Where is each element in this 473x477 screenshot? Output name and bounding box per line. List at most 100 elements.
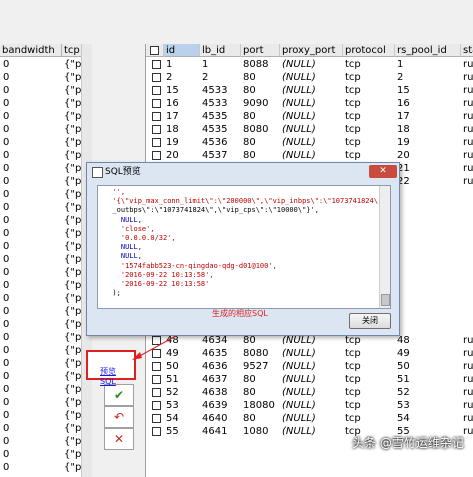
table-cell[interactable]: (NULL) [282, 84, 316, 97]
table-cell[interactable]: 53 [166, 399, 179, 412]
table-cell[interactable]: 80 [243, 412, 256, 425]
table-cell[interactable]: tcp [345, 84, 361, 97]
column-header-bandwidth[interactable]: bandwidth [0, 44, 62, 57]
bandwidth-cell[interactable]: 0 [3, 136, 9, 149]
left-table-row[interactable]: 0 {"p [0, 240, 92, 253]
bandwidth-cell[interactable]: 0 [3, 435, 9, 448]
table-cell[interactable]: 4537 [202, 149, 227, 162]
table-cell[interactable]: 54 [166, 412, 179, 425]
column-header-proxy-port[interactable]: proxy_port [280, 44, 343, 57]
left-table-row[interactable]: 0 {"p [0, 318, 92, 331]
sql-scrollbar[interactable] [379, 186, 390, 308]
table-cell[interactable]: 1 [202, 58, 208, 71]
bandwidth-cell[interactable]: 0 [3, 110, 9, 123]
left-table-row[interactable]: 0 {"p [0, 266, 92, 279]
tcp-cell[interactable]: {"p [64, 136, 81, 149]
bandwidth-cell[interactable]: 0 [3, 279, 9, 292]
left-table-row[interactable]: 0 {"p [0, 123, 92, 136]
table-cell[interactable]: tcp [345, 412, 361, 425]
row-checkbox[interactable] [152, 60, 161, 69]
table-cell[interactable]: tcp [345, 149, 361, 162]
bandwidth-cell[interactable]: 0 [3, 162, 9, 175]
undo-button[interactable]: ↶ [104, 406, 134, 428]
tcp-cell[interactable]: {"p [64, 97, 81, 110]
left-table-row[interactable]: 0 {"p [0, 409, 92, 422]
table-cell[interactable]: 4535 [202, 110, 227, 123]
table-cell[interactable]: 8080 [243, 123, 268, 136]
bandwidth-cell[interactable]: 0 [3, 318, 9, 331]
table-row[interactable]: 19 4536 80 (NULL) tcp 19 runn [146, 136, 473, 149]
row-checkbox[interactable] [152, 86, 161, 95]
table-cell[interactable]: runn [463, 149, 473, 162]
table-cell[interactable]: 19 [397, 136, 410, 149]
table-cell[interactable]: tcp [345, 110, 361, 123]
table-cell[interactable]: runn [463, 334, 473, 347]
tcp-cell[interactable]: {"p [64, 344, 81, 357]
tcp-cell[interactable]: {"p [64, 123, 81, 136]
tcp-cell[interactable]: {"p [64, 461, 81, 474]
row-checkbox[interactable] [152, 388, 161, 397]
table-cell[interactable]: (NULL) [282, 347, 316, 360]
table-cell[interactable]: 18 [397, 123, 410, 136]
left-table-row[interactable]: 0 {"p [0, 461, 92, 474]
table-cell[interactable]: 54 [397, 412, 410, 425]
table-cell[interactable]: 2 [202, 71, 208, 84]
bandwidth-cell[interactable]: 0 [3, 461, 9, 474]
tcp-cell[interactable]: {"p [64, 331, 81, 344]
table-cell[interactable]: 1 [397, 58, 403, 71]
left-table-row[interactable]: 0 {"p [0, 331, 92, 344]
table-cell[interactable]: 20 [397, 149, 410, 162]
row-checkbox[interactable] [152, 125, 161, 134]
left-table-row[interactable]: 0 {"p [0, 305, 92, 318]
table-cell[interactable]: tcp [345, 386, 361, 399]
left-table-row[interactable]: 0 {"p [0, 383, 92, 396]
table-cell[interactable]: 9090 [243, 97, 268, 110]
table-cell[interactable]: 18 [166, 123, 179, 136]
bandwidth-cell[interactable]: 0 [3, 123, 9, 136]
table-cell[interactable]: (NULL) [282, 110, 316, 123]
column-header-status[interactable]: sta [461, 44, 473, 57]
row-checkbox[interactable] [152, 138, 161, 147]
left-table-row[interactable]: 0 {"p [0, 58, 92, 71]
table-cell[interactable]: 55 [166, 425, 179, 438]
tcp-cell[interactable]: {"p [64, 58, 81, 71]
row-checkbox[interactable] [152, 427, 161, 436]
table-cell[interactable]: (NULL) [282, 97, 316, 110]
table-cell[interactable]: tcp [345, 360, 361, 373]
tcp-cell[interactable]: {"p [64, 409, 81, 422]
bandwidth-cell[interactable]: 0 [3, 188, 9, 201]
dialog-close-icon[interactable]: ✕ [369, 165, 397, 178]
table-cell[interactable]: (NULL) [282, 58, 316, 71]
table-cell[interactable]: 19 [166, 136, 179, 149]
bandwidth-cell[interactable]: 0 [3, 227, 9, 240]
bandwidth-cell[interactable]: 0 [3, 149, 9, 162]
table-cell[interactable]: 53 [397, 399, 410, 412]
tcp-cell[interactable]: {"p [64, 214, 81, 227]
sql-text-area[interactable]: '', '{\"vip_max_conn_limit\":\"200000\",… [97, 185, 391, 309]
tcp-cell[interactable]: {"p [64, 162, 81, 175]
table-cell[interactable]: 80 [243, 84, 256, 97]
left-table-row[interactable]: 0 {"p [0, 435, 92, 448]
tcp-cell[interactable]: {"p [64, 305, 81, 318]
bandwidth-cell[interactable]: 0 [3, 383, 9, 396]
table-cell[interactable]: 18080 [243, 399, 275, 412]
dialog-title-bar[interactable]: SQL预览 ✕ [87, 163, 399, 181]
table-row[interactable]: 1 1 8088 (NULL) tcp 1 runn [146, 58, 473, 71]
bandwidth-cell[interactable]: 0 [3, 357, 9, 370]
tcp-cell[interactable]: {"p [64, 383, 81, 396]
left-table-row[interactable]: 0 {"p [0, 201, 92, 214]
table-cell[interactable]: 16 [397, 97, 410, 110]
table-cell[interactable]: runn [463, 412, 473, 425]
left-data-grid[interactable]: bandwidth tcp 0 {"p 0 {"p 0 {"p 0 {"p 0 {"p 0 {"p 0{… [0, 44, 93, 477]
table-row[interactable]: 2 2 80 (NULL) tcp 2 runn [146, 71, 473, 84]
table-cell[interactable]: 4638 [202, 386, 227, 399]
table-cell[interactable]: 8080 [243, 347, 268, 360]
tcp-cell[interactable]: {"p [64, 110, 81, 123]
left-table-row[interactable]: 0 {"p [0, 279, 92, 292]
table-cell[interactable]: runn [463, 399, 473, 412]
table-row[interactable]: 16 4533 9090 (NULL) tcp 16 runn [146, 97, 473, 110]
table-cell[interactable]: runn [463, 386, 473, 399]
left-table-row[interactable]: 0 {"p [0, 357, 92, 370]
column-header-rs-pool-id[interactable]: rs_pool_id [395, 44, 461, 57]
table-cell[interactable]: runn [463, 425, 473, 438]
